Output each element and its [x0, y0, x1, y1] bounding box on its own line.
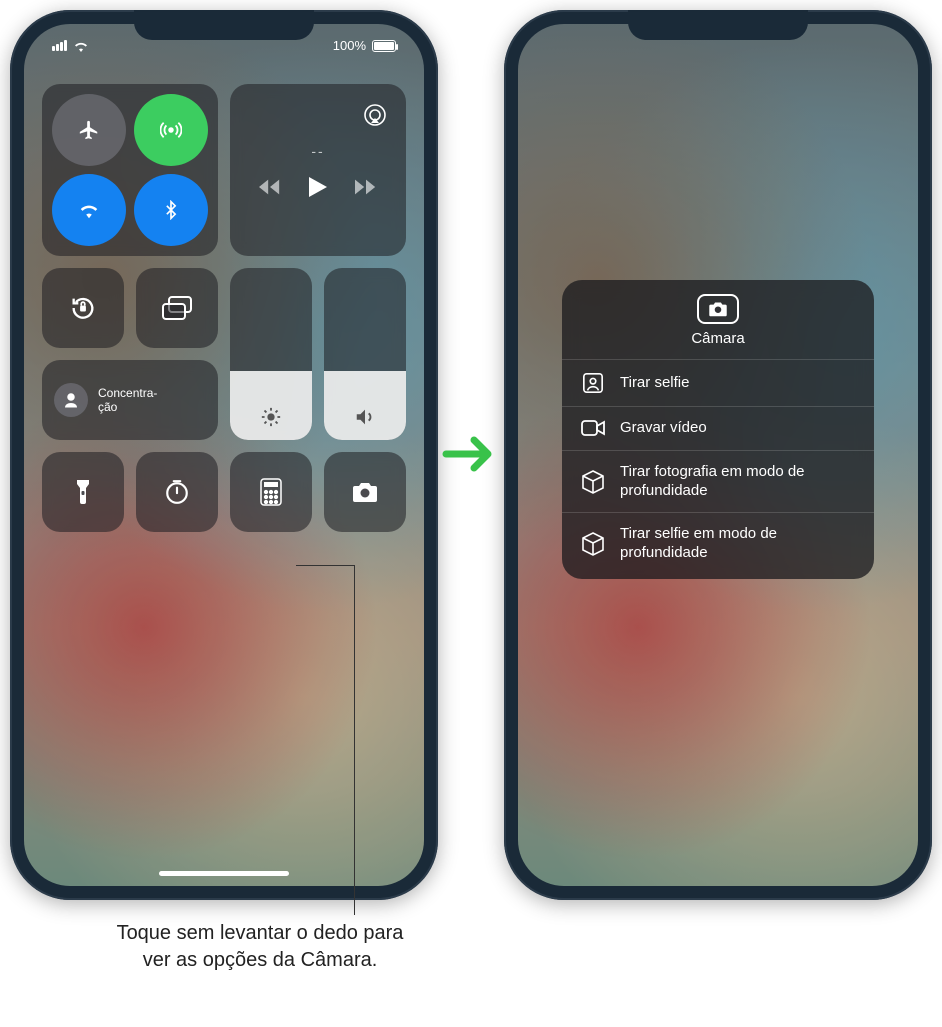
media-play-icon[interactable] — [309, 177, 327, 197]
airplane-mode-toggle[interactable] — [52, 94, 126, 166]
screen-camera-menu: Câmara Tirar selfie Gravar vídeo — [518, 24, 918, 886]
volume-icon — [354, 406, 376, 428]
video-icon — [580, 419, 606, 437]
notch — [134, 10, 314, 40]
media-prev-icon[interactable] — [259, 179, 281, 195]
menu-item-video[interactable]: Gravar vídeo — [562, 406, 874, 450]
wifi-toggle[interactable] — [52, 174, 126, 246]
media-title: -- — [311, 143, 324, 159]
volume-slider[interactable] — [324, 268, 406, 440]
media-next-icon[interactable] — [355, 179, 377, 195]
focus-label: Concentra- ção — [98, 386, 157, 415]
camera-context-menu: Câmara Tirar selfie Gravar vídeo — [562, 280, 874, 579]
menu-item-label: Tirar fotografia em modo de profundidade — [620, 463, 856, 501]
status-bar: 100% — [24, 38, 424, 53]
timer-button[interactable] — [136, 452, 218, 532]
phone-left: 100% — [10, 10, 438, 900]
camera-menu-header[interactable]: Câmara — [562, 280, 874, 359]
brightness-icon — [260, 406, 282, 428]
battery-icon — [372, 40, 396, 52]
menu-item-label: Tirar selfie em modo de profundidade — [620, 525, 856, 563]
menu-item-portrait-photo[interactable]: Tirar fotografia em modo de profundidade — [562, 450, 874, 513]
media-controls-tile[interactable]: -- — [230, 84, 406, 256]
camera-menu-title: Câmara — [691, 330, 744, 347]
screen-mirroring-button[interactable] — [136, 268, 218, 348]
camera-button[interactable] — [324, 452, 406, 532]
menu-item-selfie[interactable]: Tirar selfie — [562, 359, 874, 406]
brightness-slider[interactable] — [230, 268, 312, 440]
callout-text: Toque sem levantar o dedo para ver as op… — [110, 920, 410, 974]
flashlight-button[interactable] — [42, 452, 124, 532]
connectivity-cluster — [42, 84, 218, 256]
control-center-grid: -- — [42, 84, 406, 532]
menu-item-label: Gravar vídeo — [620, 419, 707, 438]
focus-icon — [62, 391, 80, 409]
cellular-signal-icon — [52, 40, 67, 51]
focus-button[interactable]: Concentra- ção — [42, 360, 218, 440]
selfie-icon — [580, 372, 606, 394]
wifi-status-icon — [73, 40, 89, 52]
cube-icon — [580, 470, 606, 494]
arrow-icon — [442, 430, 498, 478]
callout-leader-line — [354, 565, 355, 915]
bluetooth-toggle[interactable] — [134, 174, 208, 246]
calculator-button[interactable] — [230, 452, 312, 532]
home-indicator[interactable] — [159, 871, 289, 876]
screen-control-center: 100% — [24, 24, 424, 886]
menu-item-portrait-selfie[interactable]: Tirar selfie em modo de profundidade — [562, 512, 874, 575]
cellular-data-toggle[interactable] — [134, 94, 208, 166]
orientation-lock-toggle[interactable] — [42, 268, 124, 348]
battery-percent: 100% — [333, 38, 366, 53]
menu-item-label: Tirar selfie — [620, 374, 689, 393]
notch — [628, 10, 808, 40]
camera-icon — [697, 294, 739, 324]
cube-icon — [580, 532, 606, 556]
airplay-icon[interactable] — [362, 102, 388, 128]
phone-right: Câmara Tirar selfie Gravar vídeo — [504, 10, 932, 900]
